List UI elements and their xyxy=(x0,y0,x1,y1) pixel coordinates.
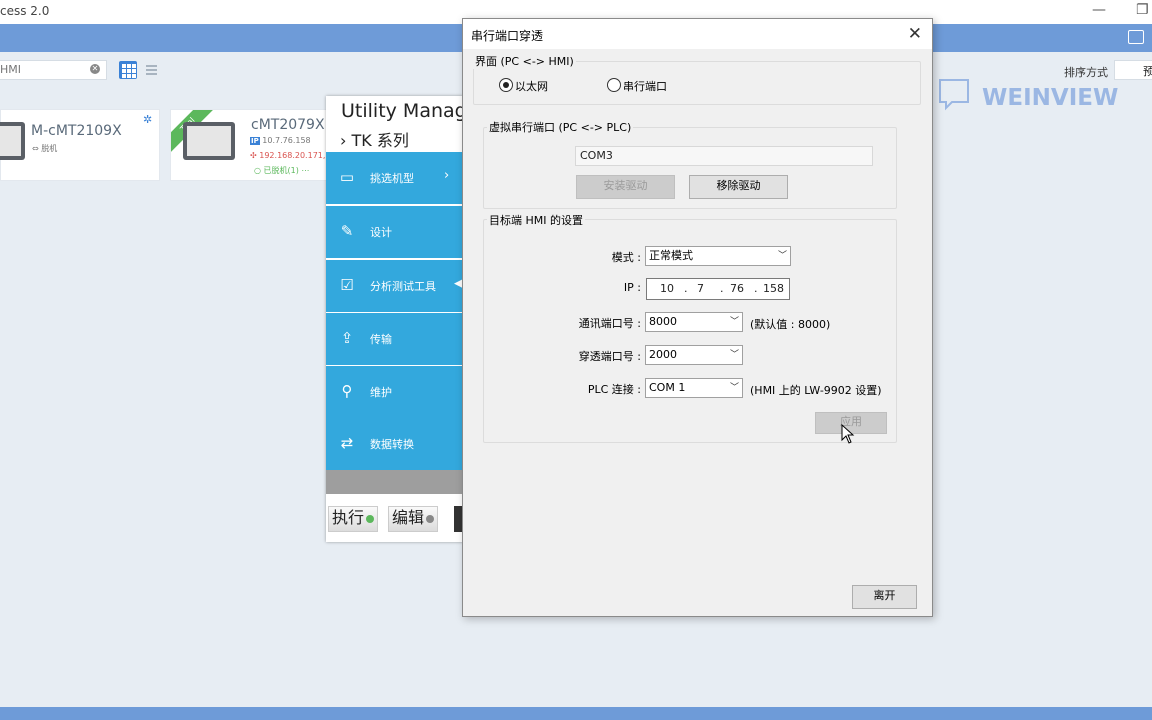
close-icon[interactable]: ✕ xyxy=(908,24,922,44)
nav-item-design[interactable]: ✎ 设计 xyxy=(326,206,464,258)
grid-view-icon[interactable] xyxy=(119,61,137,79)
monitor-icon: ▭ xyxy=(339,168,355,186)
device-name: M-cMT2109X xyxy=(31,123,122,139)
device-ip: IP 10.7.76.158 xyxy=(250,136,311,145)
passthrough-port-label: 穿透端口号 : xyxy=(578,350,641,363)
app-bottom-bar xyxy=(0,707,1152,720)
nav-item-transfer[interactable]: ⇪ 传输 xyxy=(326,313,464,365)
panel-divider xyxy=(326,470,464,494)
mode-label: 模式 : xyxy=(611,251,641,264)
app-title: cess 2.0 xyxy=(0,4,50,18)
hmi-thumbnail xyxy=(0,122,25,160)
nav-item-analysis[interactable]: ☑ 分析测试工具 ◀ xyxy=(326,260,464,312)
comm-port-label: 通讯端口号 : xyxy=(578,317,641,330)
nav-item-label: 设计 xyxy=(370,226,392,239)
ethernet-radio[interactable] xyxy=(499,78,513,92)
dialog-title: 串行端口穿透 xyxy=(471,29,544,43)
edit-button[interactable]: 编辑 xyxy=(388,506,439,532)
device-status: ⇔ 脱机 xyxy=(32,144,58,153)
nav-item-data-convert[interactable]: ⇄ 数据转换 xyxy=(326,418,464,470)
device-name: cMT2079X xyxy=(251,117,325,133)
nav-item-maintenance[interactable]: ⚲ 维护 xyxy=(326,366,464,418)
mouse-cursor-icon xyxy=(841,424,855,444)
minimize-icon[interactable]: — xyxy=(1092,2,1106,18)
weinview-logo: WEINVIEW xyxy=(939,79,1118,111)
search-input[interactable]: HMI ✕ xyxy=(0,60,107,80)
plc-connection-hint: (HMI 上的 LW-9902 设置) xyxy=(750,384,882,397)
mode-select[interactable]: 正常模式 ﹀ xyxy=(645,246,791,266)
device-ip-secondary: ✣ 192.168.20.171, xyxy=(250,151,326,160)
utility-manager-panel: Utility Manage › TK 系列 ▭ 挑选机型 › ✎ 设计 ☑ 分… xyxy=(326,96,464,542)
device-card-cmt2079x[interactable]: Trial cMT2079X IP 10.7.76.158 ✣ 192.168.… xyxy=(170,109,328,181)
virtual-port-field: COM3 xyxy=(575,146,873,166)
virtual-port-group-label: 虚拟串行端口 (PC <-> PLC) xyxy=(487,119,634,135)
message-icon[interactable] xyxy=(1128,30,1144,44)
settings-icon[interactable]: ✲ xyxy=(143,113,152,126)
remove-driver-button[interactable]: 移除驱动 xyxy=(689,175,788,199)
device-status: ○ 已脱机(1) ⋯ xyxy=(254,166,310,175)
comm-port-select[interactable]: 8000 ﹀ xyxy=(645,312,743,332)
data-convert-icon: ⇄ xyxy=(340,434,354,452)
passthrough-port-select[interactable]: 2000 ﹀ xyxy=(645,345,743,365)
chevron-down-icon: ﹀ xyxy=(777,251,787,261)
chevron-right-icon: › xyxy=(444,168,450,183)
design-icon: ✎ xyxy=(340,222,354,240)
run-button[interactable]: 执行 xyxy=(328,506,379,532)
restore-icon[interactable]: ❐ xyxy=(1136,2,1149,18)
dialog-titlebar: 串行端口穿透 ✕ xyxy=(463,19,932,49)
comm-port-hint: (默认值 : 8000) xyxy=(750,318,831,331)
chevron-down-icon: ﹀ xyxy=(729,383,739,393)
chevron-down-icon: ﹀ xyxy=(729,350,739,360)
nav-item-select-model[interactable]: ▭ 挑选机型 › xyxy=(326,152,464,204)
ip-address-input[interactable]: 10. 7. 76. 158 xyxy=(646,278,790,300)
nav-item-label: 维护 xyxy=(370,386,392,399)
maintenance-icon: ⚲ xyxy=(341,382,353,400)
nav-item-label: 数据转换 xyxy=(370,438,414,451)
hmi-thumbnail xyxy=(183,122,235,160)
leave-button[interactable]: 离开 xyxy=(852,585,917,609)
panel-footer: 执行 编辑 xyxy=(326,494,464,542)
edit-status-icon xyxy=(426,514,435,523)
plc-connection-select[interactable]: COM 1 ﹀ xyxy=(645,378,743,398)
install-driver-button[interactable]: 安装驱动 xyxy=(576,175,675,199)
analysis-icon: ☑ xyxy=(340,276,354,294)
nav-item-label: 挑选机型 xyxy=(370,172,414,185)
transfer-icon: ⇪ xyxy=(340,329,354,347)
list-view-icon[interactable] xyxy=(144,62,160,78)
utility-title: Utility Manage xyxy=(341,100,464,122)
clear-search-icon[interactable]: ✕ xyxy=(90,64,100,74)
logo-text: WEINVIEW xyxy=(982,85,1118,111)
nav-item-label: 传输 xyxy=(370,333,392,346)
interface-group-label: 界面 (PC <-> HMI) xyxy=(473,53,576,69)
serial-radio-label: 串行端口 xyxy=(623,80,667,93)
chevron-down-icon: ﹀ xyxy=(729,317,739,327)
sort-value: 预 xyxy=(1143,65,1152,78)
plc-connection-label: PLC 连接 : xyxy=(587,383,641,396)
search-value: HMI xyxy=(0,63,22,76)
nav-item-label: 分析测试工具 xyxy=(370,280,436,293)
ip-label: IP : xyxy=(623,281,641,294)
serial-passthrough-dialog: 串行端口穿透 ✕ 界面 (PC <-> HMI) 以太网 串行端口 虚拟串行端口… xyxy=(462,18,933,617)
device-card-m-cmt2109x[interactable]: M-cMT2109X ⇔ 脱机 ✲ xyxy=(0,109,160,181)
run-status-icon xyxy=(366,514,375,523)
ethernet-radio-label: 以太网 xyxy=(515,80,548,93)
serial-radio[interactable] xyxy=(607,78,621,92)
target-hmi-group-label: 目标端 HMI 的设置 xyxy=(487,212,585,228)
series-label[interactable]: › TK 系列 xyxy=(340,127,409,151)
